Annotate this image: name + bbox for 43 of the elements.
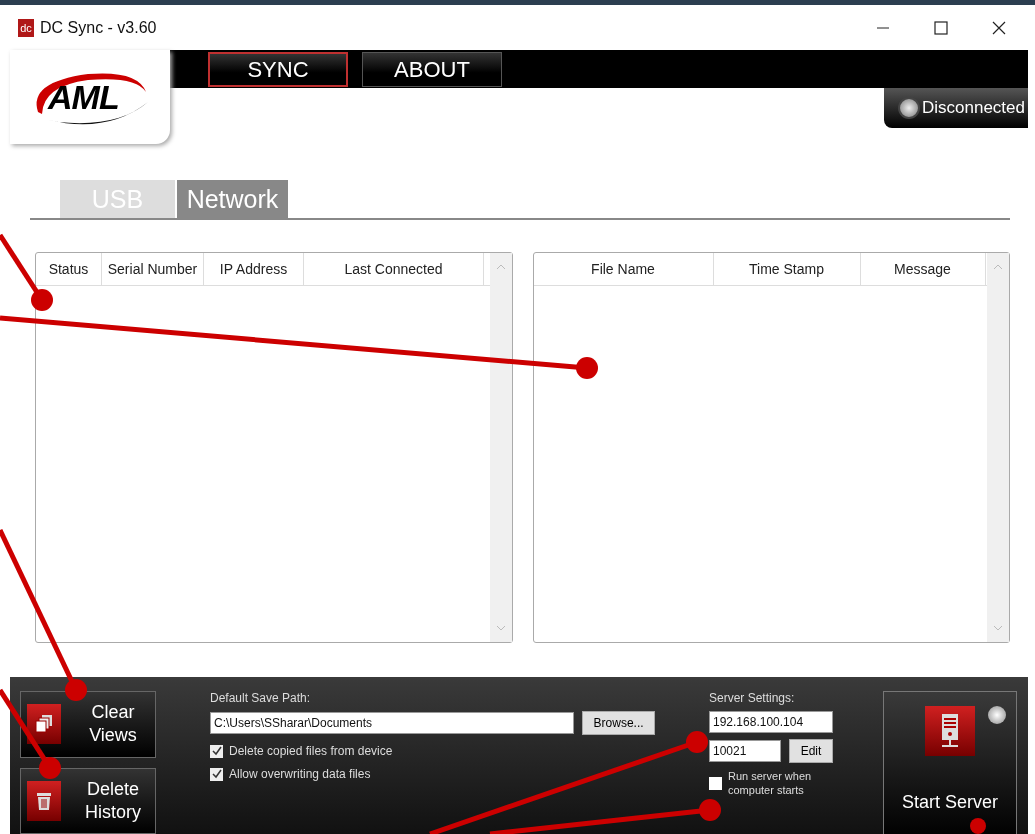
status-light-icon [898, 97, 920, 119]
save-path-field[interactable]: C:\Users\SSharar\Documents [210, 712, 575, 734]
checkbox-label: Allow overwriting data files [229, 767, 371, 781]
delete-history-button[interactable]: Delete History [20, 767, 156, 834]
checkbox[interactable] [210, 744, 223, 758]
column-header[interactable]: Message [860, 253, 986, 285]
checkbox[interactable] [210, 767, 223, 781]
checkbox[interactable] [709, 776, 722, 790]
port-field[interactable]: 10021 [709, 740, 781, 762]
nav-tab[interactable]: ABOUT [362, 52, 502, 87]
scrollbar[interactable] [489, 253, 512, 642]
field-label: Default Save Path: [210, 691, 312, 705]
scroll-down-icon[interactable] [993, 624, 1003, 632]
edit-button[interactable]: Edit [789, 739, 833, 763]
column-header[interactable]: Serial Number [102, 253, 204, 285]
column-header[interactable]: File Name [533, 253, 714, 285]
scroll-up-icon[interactable] [495, 263, 506, 271]
logo-text: AML [48, 78, 119, 117]
column-header[interactable]: Last Connected [304, 253, 484, 285]
checkbox-label: Run server when computer starts [728, 769, 813, 797]
stack-icon [34, 714, 54, 735]
nav-tab[interactable]: SYNC [208, 52, 348, 87]
scroll-down-icon[interactable] [495, 624, 506, 632]
tab[interactable]: Network [177, 180, 288, 218]
checkbox-label: Delete copied files from device [229, 744, 393, 758]
trash-icon [35, 790, 53, 811]
connection-status: Disconnected [922, 98, 1025, 118]
status-light-icon [988, 706, 1006, 724]
scrollbar[interactable] [987, 253, 1009, 642]
ip-address-field[interactable]: 192.168.100.104 [709, 711, 833, 733]
scroll-up-icon[interactable] [993, 263, 1003, 271]
clear-views-button[interactable]: Clear Views [20, 691, 156, 758]
column-header[interactable]: Status [36, 253, 102, 285]
start-server-button[interactable]: Start Server [883, 691, 1017, 834]
column-header[interactable]: IP Address [204, 253, 304, 285]
window-title: DC Sync - v3.60 [40, 18, 157, 37]
field-label: Server Settings: [709, 691, 796, 705]
close-icon[interactable] [992, 20, 1006, 35]
column-header[interactable]: Time Stamp [713, 253, 861, 285]
browse-button[interactable]: Browse... [582, 711, 655, 735]
maximize-icon[interactable] [934, 20, 948, 35]
app-icon: dc [18, 18, 34, 37]
callout-pointer [970, 818, 986, 834]
